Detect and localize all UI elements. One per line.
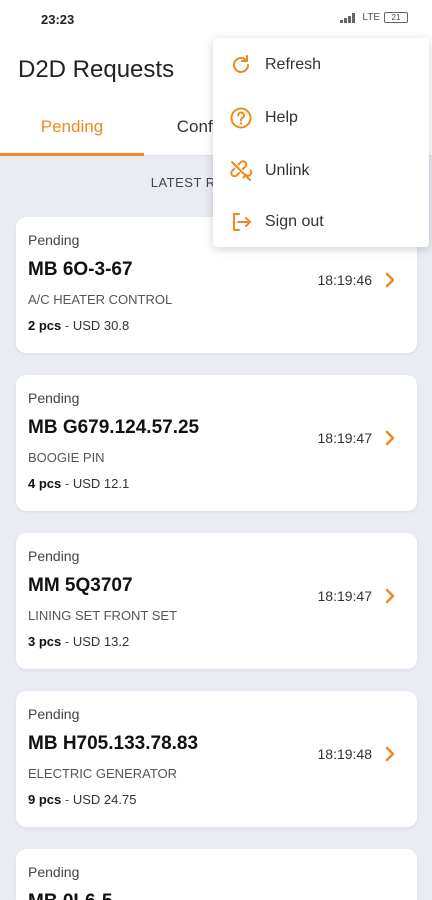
request-time: 18:19:46	[317, 272, 373, 288]
status-bar: 23:23 LTE 21	[0, 0, 432, 38]
separator: -	[64, 634, 70, 649]
request-time: 18:19:47	[317, 588, 373, 604]
request-time: 18:19:48	[317, 746, 373, 762]
request-part-code: MM 5Q3707	[28, 575, 133, 596]
separator: -	[64, 792, 70, 807]
menu-item-refresh[interactable]: Refresh	[213, 39, 429, 91]
menu-item-help[interactable]: Help	[213, 92, 429, 144]
request-price: USD 30.8	[72, 318, 130, 333]
request-quantity: 9 pcs	[28, 792, 62, 807]
request-description: BOOGIE PIN	[28, 450, 105, 465]
request-description: LINING SET FRONT SET	[28, 608, 178, 623]
chevron-right-icon[interactable]	[383, 745, 397, 763]
tab-pending[interactable]: Pending	[0, 98, 144, 156]
request-part-code: MB 6O-3-67	[28, 259, 133, 280]
request-quantity: 3 pcs	[28, 634, 62, 649]
overflow-menu: Refresh Help Unlink Sign out	[213, 38, 429, 247]
request-part-code: MB H705.133.78.83	[28, 733, 199, 754]
request-status: Pending	[28, 864, 80, 880]
request-part-code: MB 0L6-5	[28, 891, 112, 900]
menu-item-unlink[interactable]: Unlink	[213, 145, 429, 197]
request-price: USD 13.2	[72, 634, 130, 649]
chevron-right-icon[interactable]	[383, 429, 397, 447]
status-time: 23:23	[41, 12, 75, 27]
request-card[interactable]: Pending MB G679.124.57.25 BOOGIE PIN 4 p…	[16, 375, 417, 511]
sign-out-icon	[233, 213, 251, 231]
menu-item-label: Refresh	[265, 56, 322, 73]
unlink-icon	[230, 160, 253, 181]
status-indicators: LTE 21	[340, 12, 408, 23]
signal-icon	[340, 12, 358, 23]
help-icon	[230, 107, 252, 129]
request-status: Pending	[28, 548, 80, 564]
request-status: Pending	[28, 232, 80, 248]
request-quantity-price: 4 pcs - USD 12.1	[28, 476, 129, 491]
menu-item-sign-out[interactable]: Sign out	[213, 196, 429, 248]
request-card[interactable]: Pending MM 5Q3707 LINING SET FRONT SET 3…	[16, 533, 417, 669]
request-status: Pending	[28, 390, 80, 406]
battery-icon: 21	[384, 12, 408, 23]
separator: -	[64, 476, 70, 491]
separator: -	[64, 318, 70, 333]
network-type: LTE	[362, 12, 380, 23]
request-time: 18:19:47	[317, 430, 373, 446]
request-quantity-price: 2 pcs - USD 30.8	[28, 318, 129, 333]
request-quantity: 4 pcs	[28, 476, 62, 491]
request-card[interactable]: Pending MB 0L6-5	[16, 849, 417, 900]
request-quantity: 2 pcs	[28, 318, 62, 333]
request-part-code: MB G679.124.57.25	[28, 417, 200, 438]
app-title: D2D Requests	[18, 56, 175, 83]
chevron-right-icon[interactable]	[383, 587, 397, 605]
request-card[interactable]: Pending MB H705.133.78.83 ELECTRIC GENER…	[16, 691, 417, 827]
request-description: A/C HEATER CONTROL	[28, 292, 173, 307]
request-price: USD 12.1	[72, 476, 130, 491]
request-price: USD 24.75	[72, 792, 137, 807]
menu-item-label: Help	[265, 109, 298, 126]
request-quantity-price: 9 pcs - USD 24.75	[28, 792, 136, 807]
refresh-icon	[233, 55, 249, 73]
chevron-right-icon[interactable]	[383, 271, 397, 289]
request-quantity-price: 3 pcs - USD 13.2	[28, 634, 129, 649]
menu-item-label: Sign out	[265, 213, 324, 230]
request-description: ELECTRIC GENERATOR	[28, 766, 178, 781]
menu-item-label: Unlink	[265, 162, 310, 179]
request-status: Pending	[28, 706, 80, 722]
active-tab-indicator	[0, 153, 144, 156]
